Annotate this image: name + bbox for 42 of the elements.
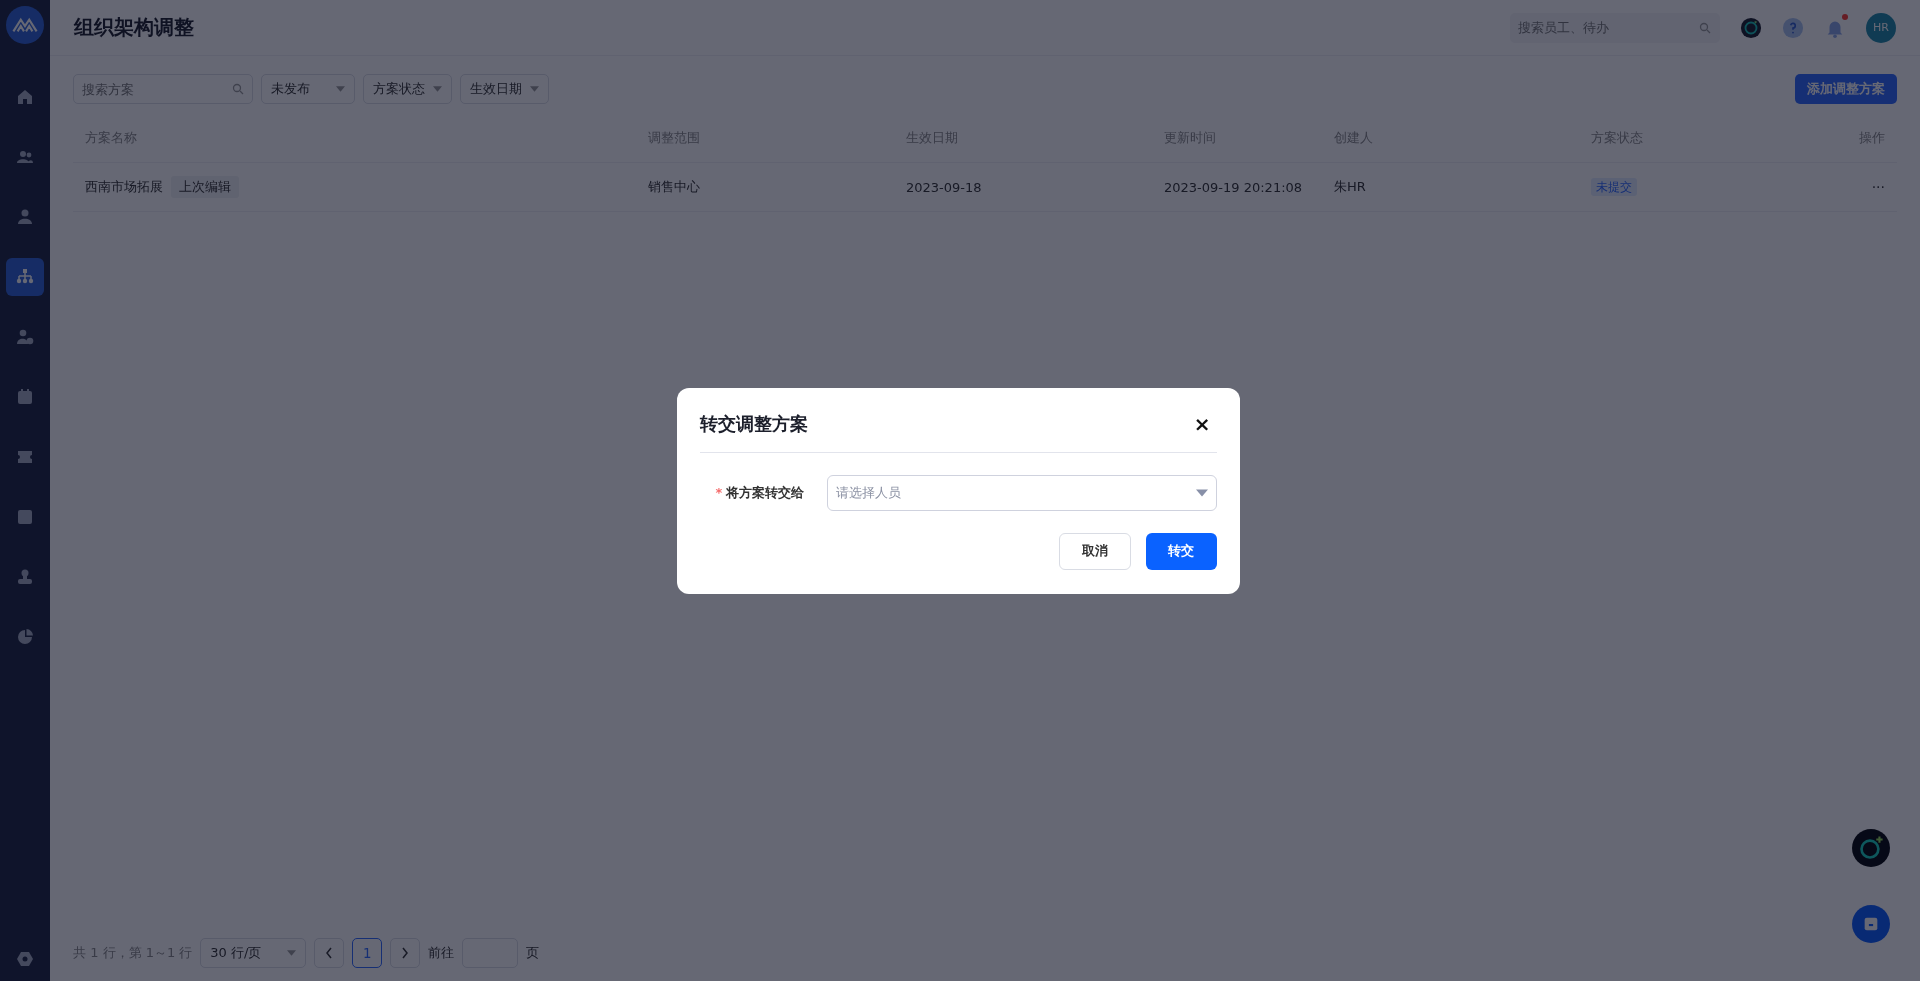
last-edited-tag: 上次编辑 (171, 176, 239, 198)
caret-icon (336, 86, 345, 92)
table-cell-text: 2023-09-18 (906, 179, 983, 195)
search-icon (1699, 21, 1711, 34)
filter-dropdown[interactable]: 未发布 (261, 74, 355, 104)
chat-icon[interactable] (1852, 905, 1890, 943)
cancel-button[interactable]: 取消 (1058, 532, 1131, 570)
settings-icon[interactable] (15, 949, 35, 969)
filter-dropdown[interactable]: 生效日期 (460, 74, 549, 104)
nav-org-icon[interactable] (6, 258, 44, 296)
page-title: 组织架构调整 (74, 14, 194, 41)
dialog-title: 转交调整方案 (699, 411, 808, 436)
person-select-field[interactable]: 请选择人员 (826, 474, 1217, 511)
status-tag: 未提交 (1591, 177, 1637, 196)
page-number-button[interactable]: 1 (352, 938, 383, 968)
table-cell-text: 2023-09-19 20:21:08 (1164, 179, 1304, 195)
filter-dropdown[interactable]: 方案状态 (363, 74, 452, 104)
logo-icon (6, 6, 44, 44)
caret-icon (287, 950, 297, 956)
plan-name[interactable]: 西南市场拓展 (85, 178, 163, 196)
transfer-button[interactable]: 转交 (1145, 532, 1217, 570)
page-unit-label: 页 (526, 944, 540, 962)
previous-page-button[interactable] (314, 938, 345, 968)
add-plan-button[interactable]: 添加调整方案 (1795, 74, 1897, 104)
table-cell-text: 朱HR (1334, 178, 1367, 196)
help-icon[interactable] (1782, 16, 1804, 39)
caret-icon (433, 86, 442, 92)
assistant-icon[interactable] (1852, 829, 1890, 867)
goto-label: 前往 (428, 944, 455, 962)
next-page-button[interactable] (390, 938, 421, 968)
caret-icon (530, 86, 539, 92)
field-label: * 将方案转交给 (714, 483, 806, 502)
close-button[interactable]: × (1187, 413, 1217, 434)
more-actions-button[interactable]: ··· (1871, 179, 1885, 195)
chevron-left-icon (325, 947, 334, 959)
search-icon (232, 83, 244, 95)
page-size-dropdown[interactable]: 30 行/页 (200, 938, 307, 968)
chevron-right-icon (401, 947, 410, 959)
user-avatar[interactable]: HR (1866, 12, 1896, 43)
caret-icon (1195, 488, 1208, 497)
assistant-icon[interactable] (1740, 16, 1762, 39)
table-cell-text: 销售中心 (648, 178, 701, 196)
